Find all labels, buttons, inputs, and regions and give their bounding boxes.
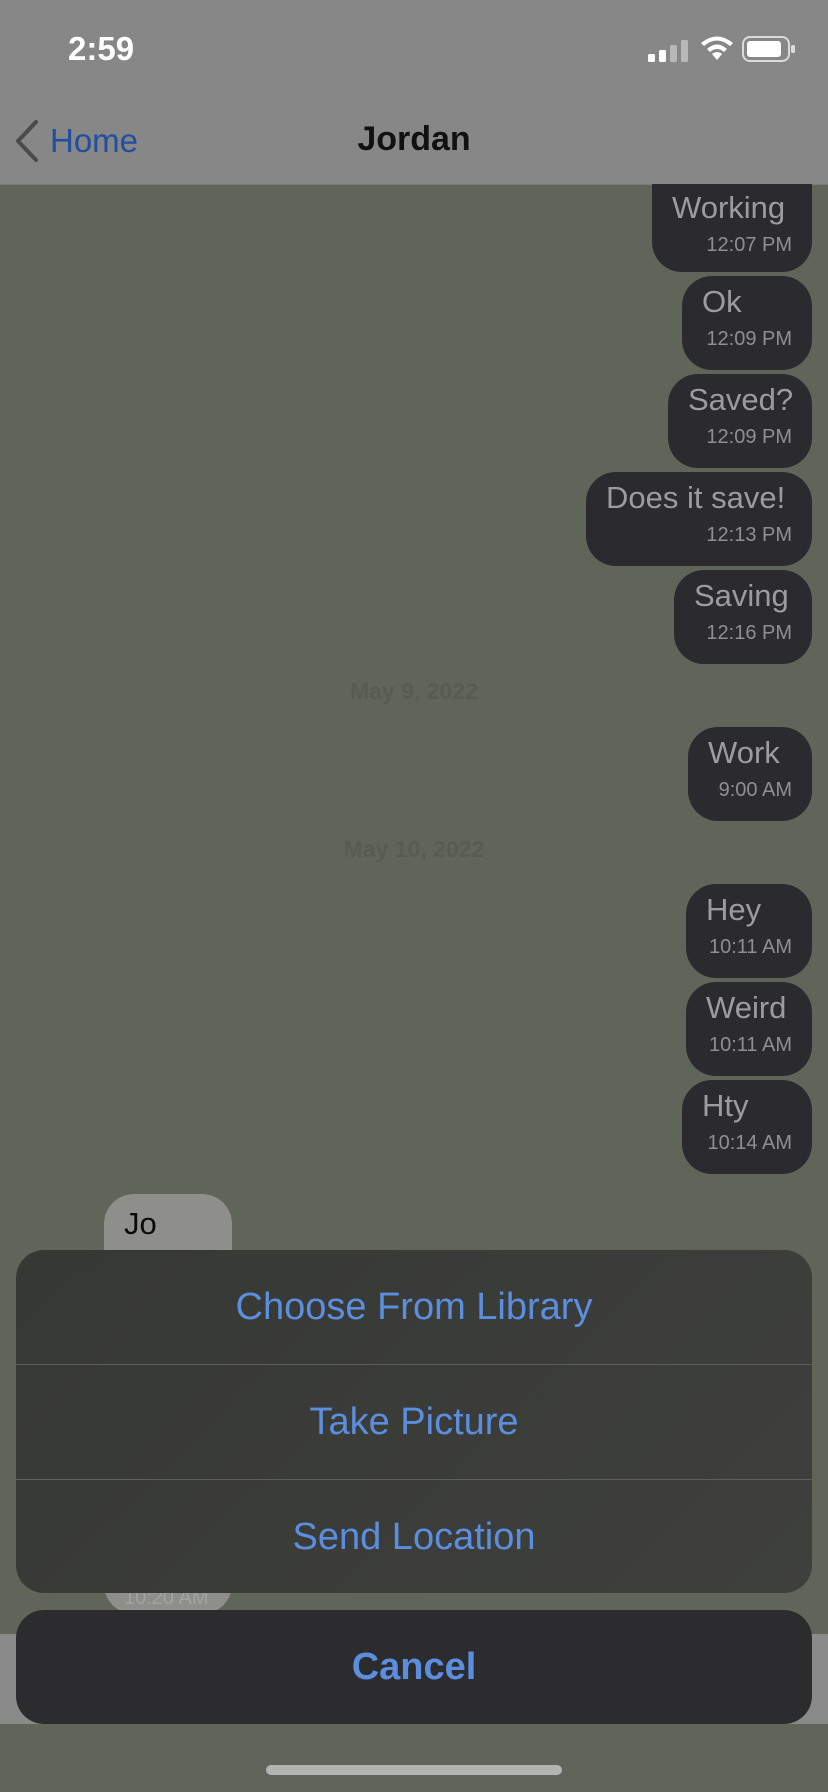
take-picture-button[interactable]: Take Picture <box>16 1364 812 1479</box>
date-separator: May 10, 2022 <box>343 836 485 862</box>
send-location-button[interactable]: Send Location <box>16 1479 812 1593</box>
message-text: Working <box>672 190 786 225</box>
message-bubble[interactable]: Saving 12:16 PM <box>674 570 812 664</box>
message-text: Saving <box>694 578 789 613</box>
message-text: Saved? <box>688 382 794 417</box>
message-text: Ok <box>702 284 742 319</box>
status-bar: 2:59 <box>0 0 828 98</box>
message-time: 12:09 PM <box>706 328 792 350</box>
cancel-button[interactable]: Cancel <box>16 1610 812 1724</box>
message-text: Work <box>708 735 780 770</box>
message-time: 10:11 AM <box>708 1034 792 1056</box>
wifi-icon <box>701 36 733 60</box>
message-text: Hty <box>702 1088 749 1123</box>
action-sheet: Choose From Library Take Picture Send Lo… <box>16 1250 812 1593</box>
nav-bar: Home Jordan <box>0 98 828 185</box>
message-text: Weird <box>706 990 787 1025</box>
message-bubble[interactable]: Ok 12:09 PM <box>682 276 812 370</box>
message-time: 10:11 AM <box>708 936 792 958</box>
message-text: Jo <box>124 1206 157 1241</box>
message-time: 12:13 PM <box>706 524 792 546</box>
signal-icon <box>648 40 688 62</box>
message-bubble[interactable]: Work 9:00 AM <box>688 727 812 821</box>
date-separator: May 9, 2022 <box>350 678 478 704</box>
message-time: 12:16 PM <box>706 622 792 644</box>
message-bubble[interactable]: Weird 10:11 AM <box>686 982 812 1076</box>
message-time: 10:14 AM <box>707 1132 792 1154</box>
message-bubble[interactable]: Hty 10:14 AM <box>682 1080 812 1174</box>
choose-from-library-button[interactable]: Choose From Library <box>16 1250 812 1364</box>
message-text: Does it save! <box>606 480 786 515</box>
message-time: 12:07 PM <box>706 234 792 256</box>
conversation-title: Jordan <box>357 120 471 158</box>
home-indicator <box>266 1765 562 1775</box>
message-bubble[interactable]: Does it save! 12:13 PM <box>586 472 812 566</box>
message-text: Hey <box>706 892 762 927</box>
message-time: 9:00 AM <box>718 779 792 801</box>
message-bubble[interactable]: Working 12:07 PM <box>652 184 812 272</box>
message-bubble[interactable]: Saved? 12:09 PM <box>668 374 812 468</box>
status-time: 2:59 <box>68 30 135 67</box>
message-bubble[interactable]: Hey 10:11 AM <box>686 884 812 978</box>
battery-icon <box>742 36 795 62</box>
message-time: 12:09 PM <box>706 426 792 448</box>
